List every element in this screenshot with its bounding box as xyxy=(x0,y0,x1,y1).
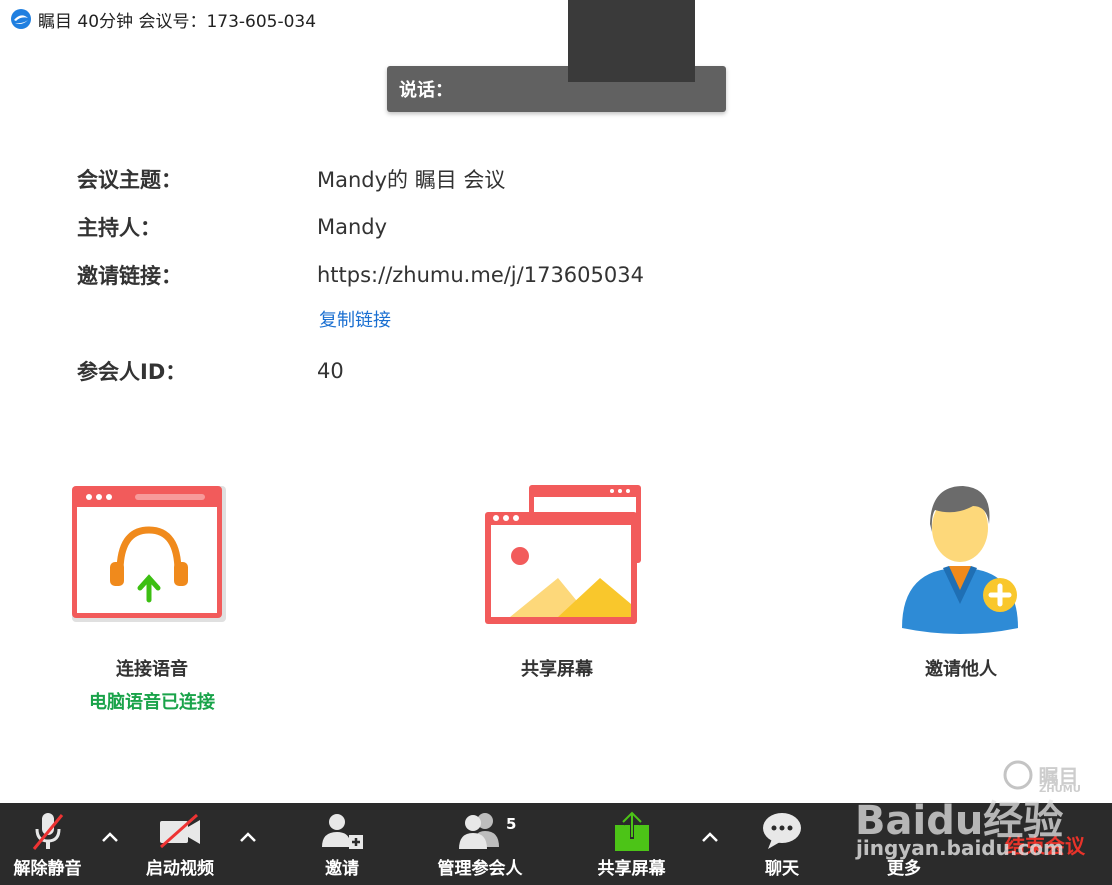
share-screen-icon xyxy=(484,485,641,624)
copy-link-button[interactable]: 复制链接 xyxy=(319,306,391,332)
video-off-icon xyxy=(160,813,200,849)
participants-icon xyxy=(459,813,499,849)
muted-mic-icon xyxy=(32,813,63,850)
share-screen-label: 共享屏幕 xyxy=(521,659,593,680)
unmute-button[interactable]: 解除静音 xyxy=(0,803,95,885)
manage-participants-label: 管理参会人 xyxy=(437,859,523,879)
baidu-watermark-url: jingyan.baidu.com xyxy=(856,836,1064,860)
invite-link-label: 邀请链接： xyxy=(77,264,182,288)
share-screen-button[interactable]: 共享屏幕 xyxy=(568,803,695,885)
invite-label: 邀请 xyxy=(325,859,359,879)
zhumu-watermark-icon xyxy=(1003,760,1033,790)
start-video-button[interactable]: 启动视频 xyxy=(130,803,230,885)
topic-row: 会议主题： Mandy的 瞩目 会议 xyxy=(77,163,505,195)
window-title: 瞩目 40分钟 会议号：173-605-034 xyxy=(38,11,317,32)
chat-bubble-icon xyxy=(763,813,801,849)
video-options-caret-icon[interactable] xyxy=(236,826,260,850)
invite-others-label: 邀请他人 xyxy=(925,659,997,680)
share-screen-action[interactable] xyxy=(457,480,657,630)
host-value: Mandy xyxy=(317,215,388,239)
chat-label: 聊天 xyxy=(765,859,799,879)
unmute-label: 解除静音 xyxy=(13,859,82,879)
host-row: 主持人： Mandy xyxy=(77,211,387,243)
title-bar: 瞩目 40分钟 会议号：173-605-034 xyxy=(0,0,1112,38)
share-screen-toolbar-label: 共享屏幕 xyxy=(597,859,666,879)
connect-audio-icon xyxy=(72,486,226,622)
invite-link-value: https://zhumu.me/j/173605034 xyxy=(317,263,644,287)
participant-id-label: 参会人ID： xyxy=(77,360,187,384)
connect-audio-action[interactable] xyxy=(50,480,250,625)
invite-person-icon xyxy=(902,486,1018,634)
participant-count-badge: 5 xyxy=(506,815,517,833)
add-user-icon xyxy=(322,814,363,849)
speaking-label: 说话： xyxy=(399,80,453,101)
participant-id-value: 40 xyxy=(317,359,344,383)
participant-id-row: 参会人ID： 40 xyxy=(77,355,344,387)
connect-audio-label: 连接语音 xyxy=(116,659,188,680)
audio-status-label: 电脑语音已连接 xyxy=(89,692,215,713)
invite-button[interactable]: 邀请 xyxy=(300,803,384,885)
host-label: 主持人： xyxy=(77,216,161,240)
share-button-highlight xyxy=(568,0,695,82)
topic-label: 会议主题： xyxy=(77,168,182,192)
share-upload-icon xyxy=(614,811,649,851)
audio-options-caret-icon[interactable] xyxy=(98,826,122,850)
invite-others-action[interactable] xyxy=(860,480,1060,640)
invite-link-row: 邀请链接： https://zhumu.me/j/173605034 xyxy=(77,259,644,291)
share-options-caret-icon[interactable] xyxy=(698,826,722,850)
chat-button[interactable]: 聊天 xyxy=(740,803,824,885)
topic-value: Mandy的 瞩目 会议 xyxy=(317,168,506,192)
zhumu-logo-icon xyxy=(11,9,31,29)
start-video-label: 启动视频 xyxy=(146,859,214,879)
